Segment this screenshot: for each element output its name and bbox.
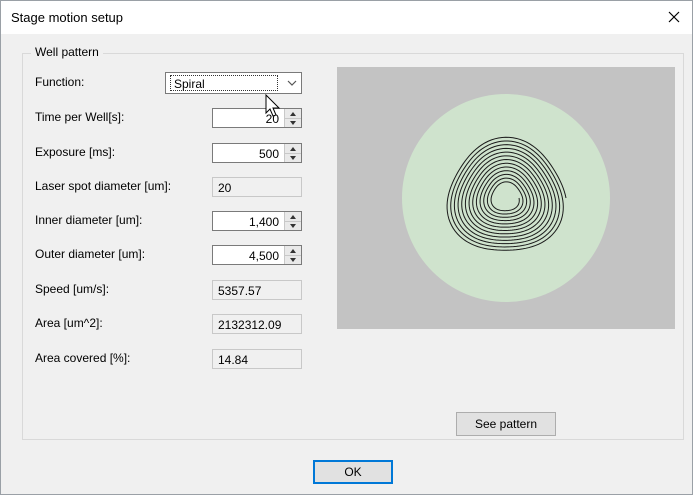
title-bar: Stage motion setup	[1, 1, 692, 34]
well-outline	[402, 94, 610, 302]
stage-motion-dialog: Stage motion setup Well pattern Function…	[0, 0, 693, 495]
close-icon	[668, 11, 680, 23]
pattern-preview-canvas	[402, 94, 610, 302]
mouse-cursor-icon	[265, 94, 281, 117]
outer-diameter-value: 4,500	[248, 249, 279, 263]
laser-spot-value: 20	[218, 181, 232, 195]
time-per-well-spinner[interactable]	[284, 109, 301, 127]
laser-spot-field: 20	[212, 177, 302, 197]
function-label: Function:	[35, 75, 85, 89]
pattern-preview	[337, 67, 675, 329]
window-title: Stage motion setup	[11, 10, 124, 25]
inner-diameter-label: Inner diameter [um]:	[35, 213, 143, 227]
area-label: Area [um^2]:	[35, 316, 103, 330]
speed-field: 5357.57	[212, 280, 302, 300]
area-value: 2132312.09	[218, 318, 282, 332]
exposure-field[interactable]: 500	[212, 143, 302, 163]
spin-down-icon[interactable]	[285, 221, 301, 230]
inner-diameter-value: 1,400	[248, 215, 279, 229]
outer-diameter-spinner[interactable]	[284, 246, 301, 264]
speed-label: Speed [um/s]:	[35, 282, 110, 296]
time-per-well-label: Time per Well[s]:	[35, 110, 125, 124]
area-covered-label: Area covered [%]:	[35, 351, 131, 365]
area-covered-value: 14.84	[218, 353, 249, 367]
area-covered-field: 14.84	[212, 349, 302, 369]
exposure-label: Exposure [ms]:	[35, 145, 116, 159]
inner-diameter-field[interactable]: 1,400	[212, 211, 302, 231]
exposure-value: 500	[258, 147, 279, 161]
see-pattern-button[interactable]: See pattern	[456, 412, 556, 436]
time-per-well-field[interactable]: 20	[212, 108, 302, 128]
function-selected: Spiral	[170, 75, 278, 91]
laser-spot-label: Laser spot diameter [um]:	[35, 179, 172, 193]
chevron-down-icon	[287, 80, 297, 86]
function-value: Spiral	[174, 77, 205, 91]
ok-button[interactable]: OK	[313, 460, 393, 484]
function-dropdown[interactable]: Spiral	[165, 72, 302, 94]
close-button[interactable]	[662, 5, 686, 29]
spin-down-icon[interactable]	[285, 255, 301, 264]
speed-value: 5357.57	[218, 284, 262, 298]
well-pattern-group-title: Well pattern	[31, 45, 103, 59]
spin-down-icon[interactable]	[285, 153, 301, 162]
spin-down-icon[interactable]	[285, 118, 301, 127]
area-field: 2132312.09	[212, 314, 302, 334]
exposure-spinner[interactable]	[284, 144, 301, 162]
outer-diameter-field[interactable]: 4,500	[212, 245, 302, 265]
inner-diameter-spinner[interactable]	[284, 212, 301, 230]
outer-diameter-label: Outer diameter [um]:	[35, 247, 146, 261]
